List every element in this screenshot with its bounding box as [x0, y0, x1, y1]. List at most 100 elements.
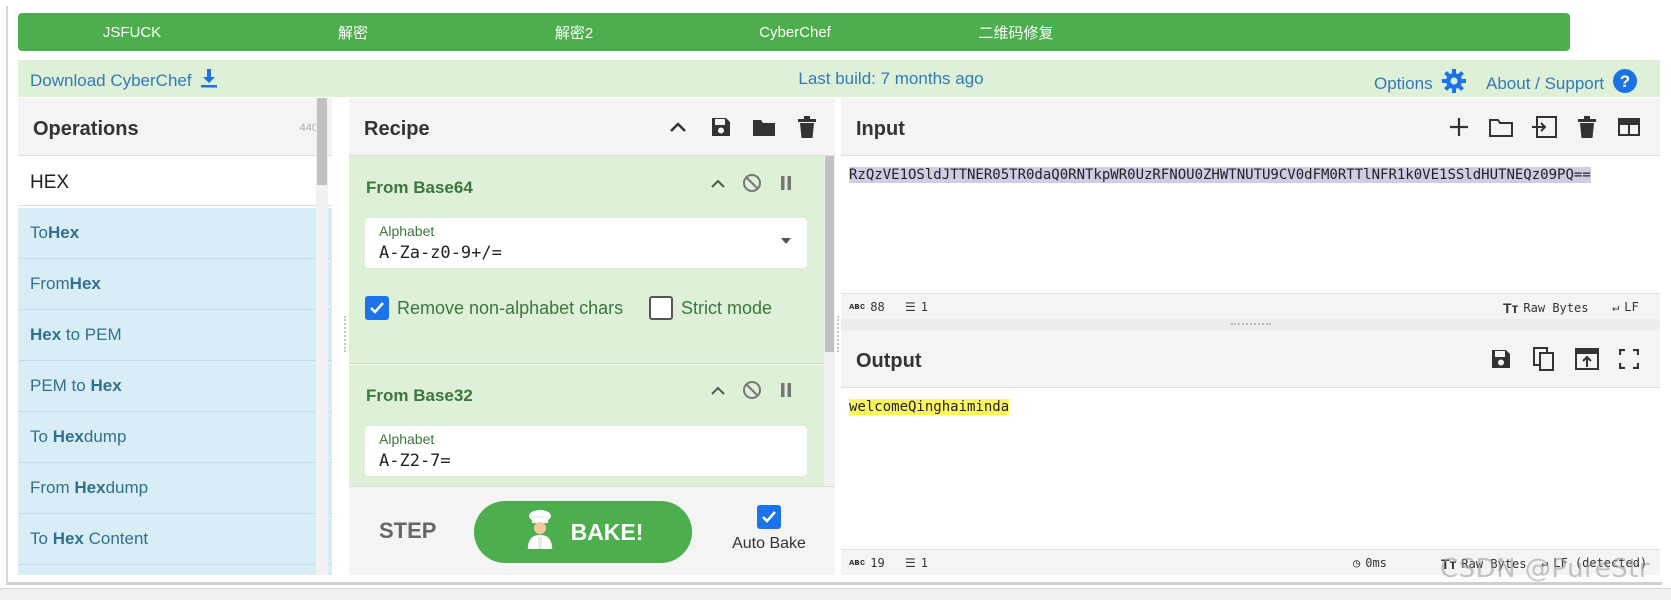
checkbox-checked-icon[interactable]	[757, 505, 781, 529]
operations-panel: Operations 440 HEX To Hex From Hex Hex t…	[18, 98, 332, 575]
recipe-op-from-base32[interactable]: From Base32 Alphabet A-Z2-7=	[349, 365, 824, 486]
io-panel: Input RzQzVE1OSldJTTNER05TR0daQ0RNTkpWR0…	[841, 98, 1660, 575]
lines-icon: ☰	[905, 556, 916, 570]
op-item-from-hex[interactable]: From Hex	[18, 259, 332, 310]
disable-icon[interactable]	[741, 172, 763, 194]
chef-icon	[523, 509, 557, 555]
lines-icon: ☰	[905, 300, 916, 314]
pause-icon[interactable]	[775, 172, 797, 194]
maximize-icon[interactable]	[1616, 346, 1642, 372]
top-button-decrypt2[interactable]: 解密2	[460, 13, 688, 51]
output-text[interactable]: welcomeQinghaiminda	[849, 396, 1654, 418]
alphabet-value: A-Za-z0-9+/=	[379, 243, 502, 263]
output-line-count: ☰ 1	[905, 556, 928, 570]
input-title: Input	[856, 118, 905, 140]
top-button-blank-1[interactable]	[1123, 13, 1351, 51]
operations-scrollbar[interactable]	[316, 98, 328, 575]
disable-icon[interactable]	[741, 379, 763, 401]
alphabet-label: Alphabet	[379, 431, 435, 447]
input-status-bar: ᴀʙᴄ 88 ☰ 1 Tт Raw Bytes ↵ LF	[841, 293, 1660, 319]
input-text[interactable]: RzQzVE1OSldJTTNER05TR0daQ0RNTkpWR0UzRFNO…	[849, 164, 1654, 186]
chevron-up-icon[interactable]	[665, 114, 691, 140]
eol-icon: ↵	[1612, 300, 1620, 314]
output-title: Output	[856, 350, 922, 372]
pause-icon[interactable]	[775, 379, 797, 401]
open-file-icon[interactable]	[1531, 114, 1557, 140]
chevron-up-icon[interactable]	[707, 379, 729, 401]
abc-icon: ᴀʙᴄ	[849, 302, 866, 312]
op-item-to-hexdump[interactable]: To Hex dump	[18, 412, 332, 463]
op-item-to-hex-content[interactable]: To Hex Content	[18, 514, 332, 565]
remove-non-alphabet-checkbox[interactable]: Remove non-alphabet chars	[365, 296, 623, 320]
clear-input-trash-icon[interactable]	[1574, 114, 1600, 140]
op-item-hex-to-pem[interactable]: Hex to PEM	[18, 310, 332, 361]
dropdown-caret-icon[interactable]	[781, 238, 791, 244]
input-header: Input	[841, 98, 1660, 156]
recipe-scroll-thumb[interactable]	[825, 156, 834, 352]
output-char-count: ᴀʙᴄ 19	[849, 556, 885, 570]
checkbox-unchecked-icon[interactable]	[649, 296, 673, 320]
options-link[interactable]: Options	[1374, 68, 1467, 99]
input-eol[interactable]: ↵ LF	[1612, 300, 1639, 314]
recipe-panel: Recipe From Base64 Alphabet A-Za-z0-9+/=…	[349, 98, 835, 575]
add-tab-icon[interactable]	[1446, 114, 1472, 140]
watermark: CSDN @PureStr	[1440, 554, 1651, 584]
about-link[interactable]: About / Support ?	[1486, 68, 1638, 99]
open-folder-icon[interactable]	[1488, 114, 1514, 140]
top-button-qrcode-repair[interactable]: 二维码修复	[902, 13, 1130, 51]
recipe-title: Recipe	[364, 118, 430, 140]
replace-input-icon[interactable]	[1574, 346, 1600, 372]
operations-search-input[interactable]: HEX	[18, 156, 332, 206]
help-icon: ?	[1612, 68, 1638, 99]
svg-text:?: ?	[1620, 72, 1630, 91]
bake-button[interactable]: BAKE!	[474, 501, 692, 563]
top-button-decrypt[interactable]: 解密	[239, 13, 467, 51]
op-item-from-hexdump[interactable]: From Hex dump	[18, 463, 332, 514]
save-icon[interactable]	[708, 114, 734, 140]
op-title-from-base64: From Base64	[366, 178, 473, 197]
recipe-header: Recipe	[349, 98, 835, 156]
about-label: About / Support	[1486, 73, 1605, 93]
operations-list: To Hex From Hex Hex to PEM PEM to Hex To…	[18, 208, 332, 575]
recipe-list: From Base64 Alphabet A-Za-z0-9+/= Remove…	[349, 156, 824, 486]
operations-title: Operations	[33, 118, 139, 140]
trash-icon[interactable]	[794, 114, 820, 140]
io-resize-handle[interactable]	[841, 319, 1660, 330]
recipe-scrollbar[interactable]	[824, 156, 835, 486]
chevron-up-icon[interactable]	[707, 172, 729, 194]
op-item-pem-to-hex[interactable]: PEM to Hex	[18, 361, 332, 412]
input-line-count: ☰ 1	[905, 300, 928, 314]
layout-icon[interactable]	[1616, 114, 1642, 140]
remove-non-alphabet-label: Remove non-alphabet chars	[397, 297, 624, 318]
input-textarea[interactable]: RzQzVE1OSldJTTNER05TR0daQ0RNTkpWR0UzRFNO…	[841, 156, 1660, 293]
text-encoding-icon: Tт	[1503, 300, 1519, 316]
strict-mode-label: Strict mode	[681, 297, 773, 318]
top-button-cyberchef[interactable]: CyberChef	[681, 13, 909, 51]
step-button[interactable]: STEP	[379, 518, 436, 544]
recipe-resize-handle[interactable]	[837, 316, 839, 352]
alphabet-input-base32[interactable]: Alphabet A-Z2-7=	[365, 426, 807, 476]
output-header: Output	[841, 330, 1660, 388]
alphabet-value: A-Z2-7=	[379, 451, 451, 471]
op-item-to-hex[interactable]: To Hex	[18, 208, 332, 259]
top-button-jsfuck[interactable]: JSFUCK	[18, 13, 246, 51]
output-textarea[interactable]: welcomeQinghaiminda	[841, 388, 1660, 549]
banner: Download CyberChef Last build: 7 months …	[18, 60, 1660, 97]
save-output-icon[interactable]	[1488, 346, 1514, 372]
auto-bake-checkbox[interactable]: Auto Bake	[729, 505, 809, 553]
alphabet-select-base64[interactable]: Alphabet A-Za-z0-9+/=	[365, 218, 807, 268]
top-button-blank-2[interactable]	[1344, 13, 1570, 51]
bake-label: BAKE!	[570, 518, 644, 545]
bottom-strip	[0, 588, 1671, 600]
folder-icon[interactable]	[751, 114, 777, 140]
auto-bake-label: Auto Bake	[732, 535, 806, 552]
alphabet-label: Alphabet	[379, 223, 435, 239]
copy-icon[interactable]	[1531, 346, 1557, 372]
recipe-op-from-base64[interactable]: From Base64 Alphabet A-Za-z0-9+/= Remove…	[349, 156, 824, 364]
ops-resize-handle[interactable]	[344, 316, 346, 352]
operations-scroll-thumb[interactable]	[317, 98, 327, 185]
strict-mode-checkbox[interactable]: Strict mode	[649, 296, 772, 320]
input-raw-bytes[interactable]: Tт Raw Bytes	[1503, 300, 1588, 316]
op-title-from-base32: From Base32	[366, 386, 473, 405]
checkbox-checked-icon[interactable]	[365, 296, 389, 320]
